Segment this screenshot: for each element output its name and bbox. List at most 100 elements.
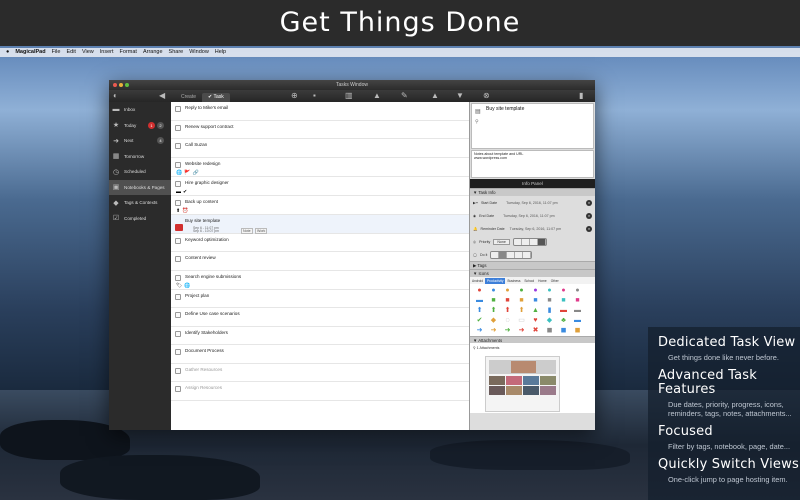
sidebar-item-today[interactable]: ★ Today 1 2 [109,118,171,134]
note-body[interactable]: Notes about template and URL www.wordpre… [471,150,594,178]
menu-item-insert[interactable]: Insert [100,48,114,57]
minimize-icon[interactable] [119,83,123,87]
clear-end-button[interactable]: × [586,212,592,219]
icon-tab[interactable]: Android [470,278,485,284]
task-row[interactable]: Project plan [171,290,469,308]
tags-header[interactable]: ▶ Tags [470,261,595,269]
close-icon[interactable] [113,83,117,87]
task-row[interactable]: Reply to Mike's email [171,102,469,121]
task-row[interactable]: Identify Stakeholders [171,327,469,345]
palette-icon[interactable]: ● [487,286,500,296]
task-checkbox[interactable] [175,199,181,206]
palette-icon[interactable]: ■ [501,296,514,306]
menu-item-help[interactable]: Help [215,48,226,57]
menu-item-file[interactable]: File [52,48,61,57]
task-row[interactable]: Renew support contract [171,121,469,139]
task-row[interactable]: Keyword optimization [171,234,469,252]
palette-icon[interactable]: ▲ [529,306,542,316]
menu-item-share[interactable]: Share [169,48,184,57]
menu-item-edit[interactable]: Edit [66,48,75,57]
sidebar-item-inbox[interactable]: ▬ Inbox [109,102,171,118]
palette-icon[interactable]: ✖ [529,326,542,336]
menu-item-arrange[interactable]: Arrange [143,48,163,57]
task-row[interactable]: Define Use case scenarios [171,308,469,327]
palette-icon[interactable]: ▬ [557,306,570,316]
palette-icon[interactable]: ✔ [473,316,486,326]
task-checkbox[interactable] [175,256,181,262]
tab-task[interactable]: ✔ Task [202,93,230,102]
palette-icon[interactable]: ➜ [501,326,514,336]
zoom-icon[interactable] [125,83,129,87]
palette-icon[interactable]: ⬆ [515,306,528,316]
task-checkbox[interactable] [175,106,181,112]
palette-icon[interactable]: ◌ [501,316,514,326]
palette-icon[interactable]: ■ [529,296,542,306]
camera-icon[interactable]: ▪ [313,91,316,101]
task-row[interactable]: Document Process [171,345,469,364]
attachment-thumbnail[interactable] [485,356,560,412]
task-checkbox[interactable] [175,143,181,149]
palette-icon[interactable]: ♥ [529,316,542,326]
task-checkbox[interactable] [175,237,181,244]
icon-tab[interactable]: Business [505,278,522,284]
delete-icon[interactable]: ⊗ [483,91,490,101]
palette-icon[interactable]: ■ [487,296,500,306]
clear-reminder-button[interactable]: × [586,225,592,232]
note-editor[interactable]: ▤ ⚲ Buy site template [471,103,594,149]
task-row[interactable]: Gather Resources [171,364,469,382]
palette-icon[interactable]: ▬ [571,316,584,326]
icon-tab[interactable]: Productivity [485,277,506,284]
task-checkbox[interactable] [175,293,181,300]
task-checkbox[interactable] [175,330,181,337]
task-row[interactable]: Content review [171,252,469,271]
palette-icon[interactable]: ● [515,286,528,296]
icon-tab[interactable]: Other [549,278,561,284]
sidebar-item-completed[interactable]: ☑ Completed [109,211,171,227]
icons-header[interactable]: ▼ Icons [470,269,595,277]
palette-icon[interactable]: ◆ [487,316,500,326]
apple-icon[interactable]: ● [6,48,9,57]
palette-icon[interactable]: ◼ [557,326,570,336]
up-icon[interactable]: ▲ [431,91,439,101]
task-checkbox[interactable] [175,312,181,318]
palette-icon[interactable]: ● [501,286,514,296]
task-row[interactable]: Call Suzan [171,139,469,158]
sidebar-toggle-icon[interactable]: ◐ [113,91,118,101]
progress-levels[interactable] [490,250,533,259]
task-row[interactable]: Buy site template Sep 6 - 11:07 pm Sep 6 -… [171,214,469,234]
priority-levels[interactable] [512,237,547,246]
menu-item-view[interactable]: View [82,48,94,57]
tab-create[interactable]: Create [175,93,202,102]
sidebar-item-notebooks-pages[interactable]: ▣ Notebooks & Pages [109,179,171,195]
calendar-icon[interactable]: ▥ [345,91,353,101]
menu-item-format[interactable]: Format [120,48,137,57]
palette-icon[interactable]: ■ [571,296,584,306]
palette-icon[interactable]: ⬆ [473,306,486,316]
sidebar-item-tags-contexts[interactable]: ◆ Tags & Contexts [109,195,171,211]
palette-icon[interactable]: ⬆ [487,306,500,316]
attachments-header[interactable]: ▼ Attachments [470,336,595,343]
priority-select[interactable]: None [493,238,510,245]
sidebar-item-tomorrow[interactable]: ▦ Tomorrow [109,149,171,165]
palette-icon[interactable]: ◼ [543,326,556,336]
palette-icon[interactable]: ▬ [571,306,584,316]
task-row[interactable]: Back up content ⬆ ⏰ [171,196,469,215]
palette-icon[interactable]: ⬆ [501,306,514,316]
task-checkbox[interactable] [175,349,181,355]
task-row[interactable]: Website redesign 🌐 🚩 🔗 [171,158,469,177]
icon-tab[interactable]: School [522,278,536,284]
sidebar-item-scheduled[interactable]: ◷ Scheduled [109,164,171,180]
task-row[interactable]: Search engine submissions 🏷 🌐 [171,271,469,290]
reminder-row[interactable]: 🔔 Reminder Date Tuesday, Sep 6, 2016, 11… [470,222,595,235]
back-icon[interactable]: ◀ [159,91,165,101]
add-icon[interactable]: ⊕ [291,91,298,101]
palette-icon[interactable]: ➜ [473,326,486,336]
down-icon[interactable]: ▼ [456,91,464,101]
task-info-header[interactable]: ▼ Task Info [470,188,595,196]
task-checkbox[interactable] [175,386,181,392]
image-icon[interactable]: ▲ [373,91,381,101]
panel-toggle-icon[interactable]: ▮ [579,91,583,101]
task-row[interactable]: Assign Resources [171,382,469,401]
palette-icon[interactable]: ➜ [515,326,528,336]
palette-icon[interactable]: ▭ [515,316,528,326]
